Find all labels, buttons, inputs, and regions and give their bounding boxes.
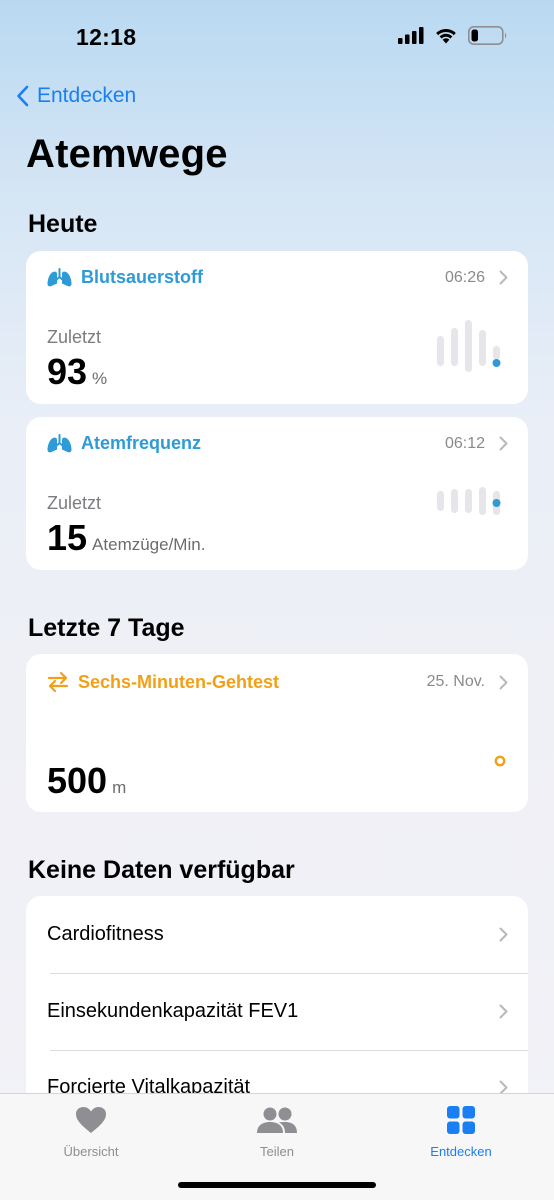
card-label: Zuletzt [47, 493, 102, 513]
chevron-right-icon [499, 675, 508, 689]
card-value: 15 Atemzüge/Min. [47, 517, 205, 559]
home-indicator[interactable] [178, 1182, 376, 1188]
people-icon [257, 1107, 297, 1133]
sparkline-chart [437, 320, 501, 372]
tab-overview[interactable]: Übersicht [31, 1106, 151, 1159]
card-time: 06:12 [444, 434, 485, 452]
list-item[interactable]: Cardiofitness [47, 923, 508, 946]
chevron-right-icon [499, 436, 508, 451]
no-data-list: Cardiofitness Einsekundenkapazität FEV1 … [26, 896, 528, 1116]
card-title: Atemfrequenz [81, 433, 202, 453]
page-title: Atemwege [26, 132, 228, 176]
divider [50, 1050, 528, 1051]
value-unit: % [92, 369, 108, 388]
status-time: 12:18 [76, 24, 137, 50]
card-label: Zuletzt [47, 327, 102, 347]
tab-label: Entdecken [430, 1144, 492, 1159]
lungs-icon [47, 267, 72, 286]
tab-label: Übersicht [63, 1144, 119, 1159]
chevron-right-icon [499, 1004, 508, 1019]
section-title-today: Heute [28, 210, 98, 238]
respiratory-rate-card[interactable]: Atemfrequenz 06:12 Zuletzt 15 Atemzüge/M… [26, 417, 528, 570]
back-button[interactable]: Entdecken [16, 84, 136, 108]
six-minute-walk-card[interactable]: Sechs-Minuten-Gehtest 25. Nov. 500 m [26, 654, 528, 812]
chevron-left-icon [17, 85, 29, 107]
lungs-icon [47, 433, 72, 452]
divider [50, 973, 528, 974]
tab-share[interactable]: Teilen [217, 1106, 337, 1159]
back-label: Entdecken [37, 84, 137, 107]
tab-discover[interactable]: Entdecken [401, 1106, 521, 1159]
sparkline-chart [437, 487, 501, 515]
value-number: 93 [47, 351, 88, 392]
list-item-label: Cardiofitness [47, 923, 164, 945]
value-unit: m [112, 778, 127, 797]
blood-oxygen-card[interactable]: Blutsauerstoff 06:26 Zuletzt 93 % [26, 251, 528, 404]
card-title: Blutsauerstoff [81, 267, 204, 287]
list-item[interactable]: Einsekundenkapazität FEV1 [47, 1000, 508, 1023]
tab-label: Teilen [260, 1144, 294, 1159]
section-title-last7: Letzte 7 Tage [28, 614, 185, 642]
value-number: 500 [47, 760, 108, 801]
status-icons [398, 26, 508, 45]
card-value: 500 m [47, 760, 126, 802]
wifi-icon [436, 28, 456, 44]
chevron-right-icon [499, 927, 508, 942]
list-item-label: Einsekundenkapazität FEV1 [47, 1000, 299, 1022]
card-value: 93 % [47, 351, 107, 393]
heart-icon [76, 1107, 106, 1133]
section-title-nodata: Keine Daten verfügbar [28, 856, 295, 884]
card-time: 06:26 [444, 268, 485, 286]
card-time: 25. Nov. [426, 673, 485, 690]
battery-icon [468, 26, 507, 45]
chevron-right-icon [499, 270, 508, 285]
value-number: 15 [47, 517, 88, 558]
value-unit: Atemzüge/Min. [92, 535, 206, 554]
signal-icon [398, 27, 424, 44]
data-point-marker [494, 755, 506, 767]
grid-icon [447, 1106, 475, 1134]
card-title: Sechs-Minuten-Gehtest [78, 671, 280, 692]
arrows-swap-icon [47, 671, 69, 693]
